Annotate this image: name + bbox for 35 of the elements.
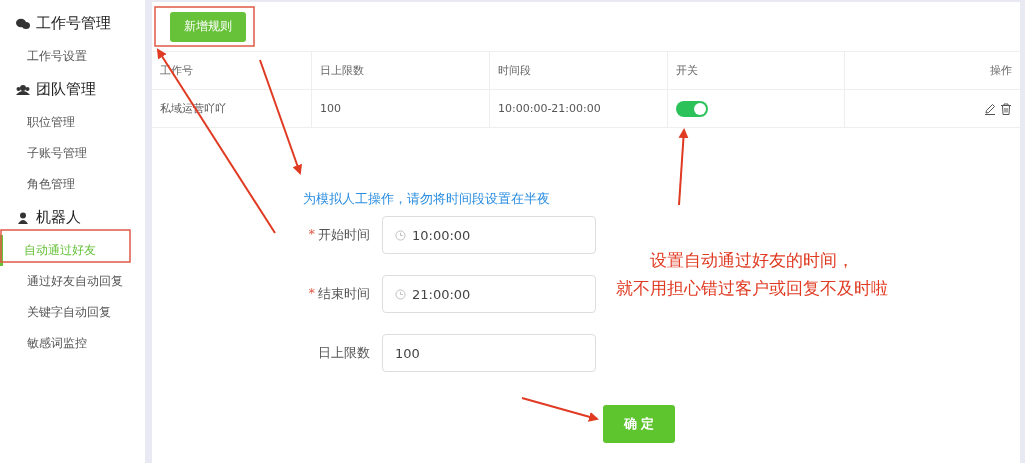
time-field[interactable]: 10:00:00	[382, 216, 596, 254]
annotation-text: 就不用担心错过客户或回复不及时啦	[616, 277, 888, 300]
table-cell: 10:00:00-21:00:00	[490, 90, 668, 127]
menu-group-title: 工作号管理	[36, 14, 111, 33]
chat-bubbles-icon	[16, 17, 30, 30]
column-header: 开关	[668, 52, 845, 89]
sidebar-item[interactable]: 子账号管理	[0, 138, 145, 169]
column-header: 日上限数	[312, 52, 490, 89]
clock-icon	[395, 288, 406, 300]
sidebar-item[interactable]: 敏感词监控	[0, 328, 145, 359]
edit-icon[interactable]	[984, 102, 996, 115]
annotation-text: 设置自动通过好友的时间，	[650, 249, 854, 272]
field-label: 开始时间	[318, 226, 370, 244]
sidebar-item[interactable]: 角色管理	[0, 169, 145, 200]
group-icon	[16, 83, 30, 96]
sidebar-item[interactable]: 工作号设置	[0, 41, 145, 72]
input-field[interactable]: 100	[382, 334, 596, 372]
required-mark: *	[308, 285, 315, 302]
column-header: 操作	[989, 63, 1013, 79]
required-mark: *	[308, 226, 315, 243]
field-label: 日上限数	[318, 344, 370, 362]
notice-text: 为模拟人工操作，请勿将时间段设置在半夜	[303, 190, 551, 208]
field-label: 结束时间	[318, 285, 370, 303]
menu-group-title: 团队管理	[36, 80, 96, 99]
menu-group-title: 机器人	[36, 208, 81, 227]
table-cell: 100	[312, 90, 490, 127]
sidebar-item[interactable]: 通过好友自动回复	[0, 266, 145, 297]
delete-icon[interactable]	[1000, 102, 1012, 115]
sidebar-item[interactable]: 关键字自动回复	[0, 297, 145, 328]
column-header: 时间段	[490, 52, 668, 89]
clock-icon	[395, 229, 406, 241]
toggle-switch[interactable]	[676, 100, 708, 117]
person-icon	[16, 211, 30, 224]
time-field[interactable]: 21:00:00	[382, 275, 596, 313]
sidebar-item[interactable]: 职位管理	[0, 107, 145, 138]
